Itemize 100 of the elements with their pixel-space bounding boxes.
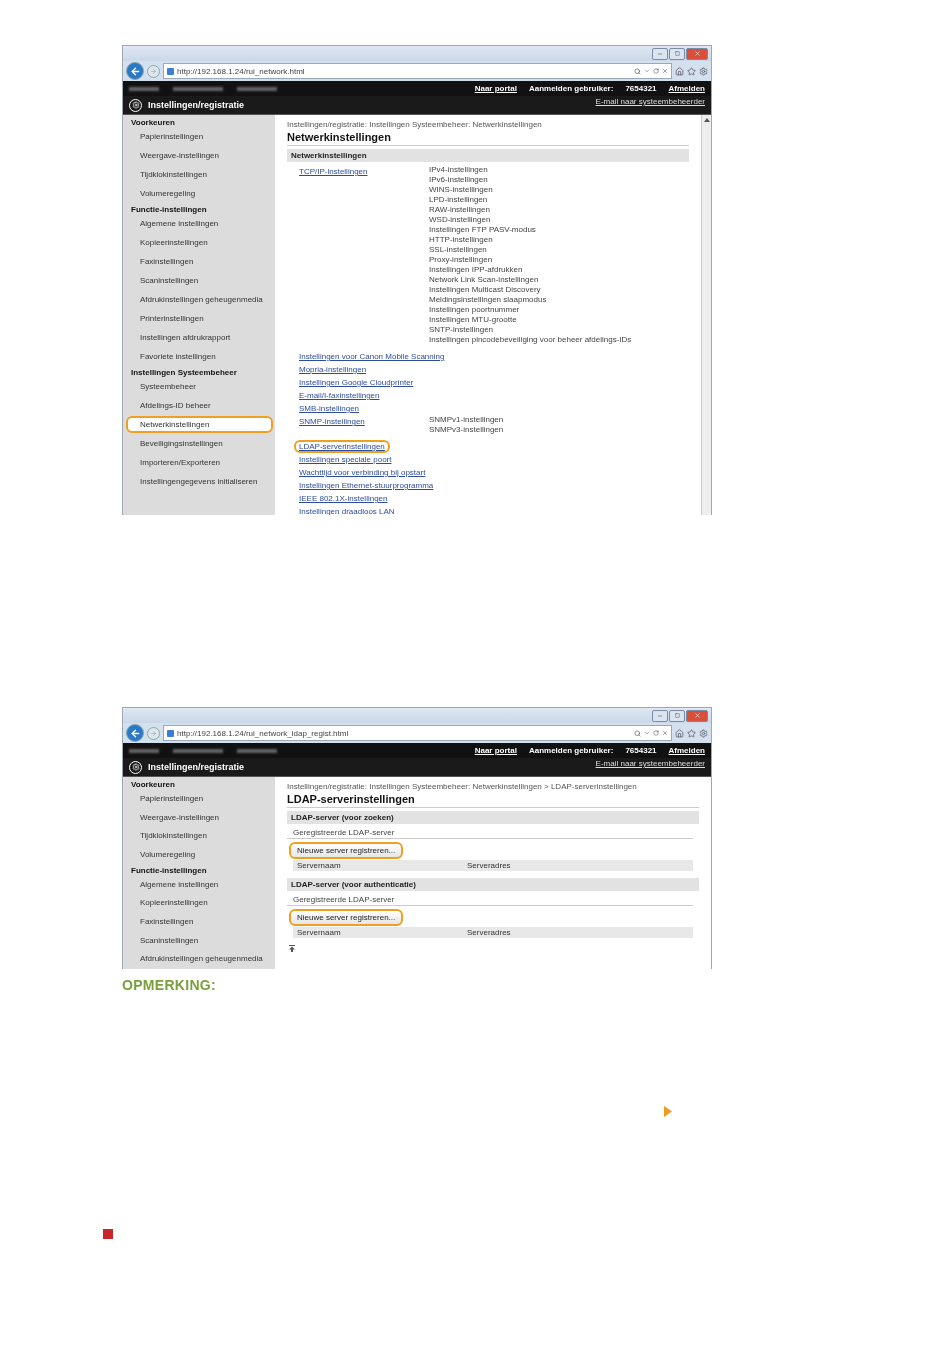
breadcrumb: Instellingen/registratie: Instellingen Systeembeheer: Netwerkinstellingen [287, 120, 543, 129]
sidebar-item[interactable]: Papierinstellingen [126, 128, 273, 145]
settings-link[interactable]: Instellingen Google Cloudprinter [294, 376, 419, 389]
maximize-icon[interactable] [674, 51, 680, 56]
sidebar-item[interactable]: Favoriete instellingen [126, 348, 273, 365]
sidebar-item[interactable]: Scaninstellingen [126, 931, 273, 949]
settings-link[interactable]: E-mail/I-faxinstellingen [294, 389, 385, 402]
settings-link[interactable]: SNMP-instellingen [294, 415, 370, 428]
app-title: Instellingen/registratie [148, 762, 245, 772]
dropdown-icon[interactable] [644, 68, 650, 74]
sidebar-item[interactable]: Scaninstellingen [126, 272, 273, 289]
subheading: Geregistreerde LDAP-server [287, 891, 693, 906]
sidebar-item[interactable]: Netwerkinstellingen [126, 416, 273, 433]
back-icon[interactable] [129, 65, 141, 77]
sidebar-item[interactable]: Algemene instellingen [126, 875, 273, 893]
settings-link[interactable]: Instellingen speciale poort [294, 453, 397, 466]
gear-logo-icon [129, 760, 142, 774]
star-icon[interactable] [687, 66, 696, 76]
header-link[interactable]: Afmelden [668, 84, 705, 93]
home-icon[interactable] [675, 728, 684, 738]
maximize-icon[interactable] [674, 713, 680, 718]
dropdown-icon[interactable] [644, 730, 650, 736]
stop-icon[interactable] [662, 730, 668, 736]
settings-link[interactable]: Wachttijd voor verbinding bij opstart [294, 466, 431, 479]
sidebar-item[interactable]: Faxinstellingen [126, 913, 273, 930]
top-icon[interactable] [289, 945, 295, 952]
settings-icon[interactable] [699, 66, 708, 76]
settings-link[interactable]: Mopria-instellingen [294, 363, 372, 376]
settings-link[interactable]: IEEE 802.1X-instellingen [294, 492, 393, 505]
settings-link[interactable]: TCP/IP-instellingen [294, 165, 373, 178]
sidebar-item[interactable]: Afdelings-ID beheer [126, 397, 273, 414]
sub-setting-text: SNMPv1-instellingen [429, 415, 505, 425]
minimize-icon[interactable] [657, 712, 663, 719]
home-icon[interactable] [675, 66, 684, 76]
column-header: Servernaam [297, 861, 342, 870]
sidebar-item[interactable]: Kopieerinstellingen [126, 894, 273, 912]
settings-icon[interactable] [699, 728, 708, 738]
settings-link[interactable]: Instellingen voor Canon Mobile Scanning [294, 350, 450, 363]
sidebar-item[interactable]: Printerinstellingen [126, 310, 273, 327]
header-link[interactable]: Naar portal [474, 746, 517, 755]
minimize-icon[interactable] [657, 50, 663, 57]
column-header: Serveradres [467, 928, 512, 937]
sub-setting-text: Proxy-instellingen [429, 255, 494, 265]
sub-setting-text: HTTP-instellingen [429, 235, 494, 245]
section-header: LDAP-server (voor zoeken) [287, 811, 699, 824]
sidebar-item[interactable]: Weergave-instellingen [126, 147, 273, 164]
address-field[interactable]: http://192.168.1.24/rui_network.html [163, 63, 672, 79]
sidebar-item[interactable]: Kopieerinstellingen [126, 234, 273, 251]
register-button[interactable]: Nieuwe server registreren... [289, 909, 404, 926]
mail-link[interactable]: E-mail naar systeembeheerder [595, 759, 705, 768]
sub-setting-text: IPv6-instellingen [429, 175, 489, 185]
close-icon[interactable] [693, 712, 701, 719]
sub-setting-text: LPD-instellingen [429, 195, 489, 205]
register-button[interactable]: Nieuwe server registreren... [289, 842, 404, 859]
sub-setting-text: WINS-instellingen [429, 185, 494, 195]
forward-icon[interactable] [150, 67, 157, 75]
sidebar-item[interactable]: Systeembeheer [126, 378, 273, 395]
header-link[interactable]: Afmelden [668, 746, 705, 755]
close-icon[interactable] [693, 50, 701, 57]
mail-link[interactable]: E-mail naar systeembeheerder [595, 97, 705, 106]
sidebar-item[interactable]: Beveiligingsinstellingen [126, 435, 273, 452]
triangle-icon [664, 1106, 672, 1117]
column-header: Servernaam [297, 928, 342, 937]
subheading: Geregistreerde LDAP-server [287, 824, 693, 839]
settings-link[interactable]: SMB-instellingen [294, 402, 365, 415]
sub-setting-text: Instellingen MTU-grootte [429, 315, 518, 325]
sidebar-item[interactable]: Afdrukinstellingen geheugenmedia [126, 291, 273, 308]
stop-icon[interactable] [662, 68, 668, 74]
settings-link[interactable]: Instellingen Ethernet-stuurprogramma [294, 479, 439, 492]
sub-setting-text: IPv4-instellingen [429, 165, 489, 175]
sidebar-item[interactable]: Tijdklokinstellingen [126, 827, 273, 844]
header-link[interactable]: Naar portal [474, 84, 517, 93]
sidebar-item[interactable]: Weergave-instellingen [126, 808, 273, 826]
app-title: Instellingen/registratie [148, 100, 245, 110]
sidebar-item[interactable]: Tijdklokinstellingen [126, 166, 273, 183]
sidebar-item[interactable]: Importeren/Exporteren [126, 454, 273, 471]
sidebar-item[interactable]: Afdrukinstellingen geheugenmedia [126, 950, 273, 968]
sidebar-item[interactable]: Faxinstellingen [126, 253, 273, 270]
sidebar-item[interactable]: Volumeregeling [126, 846, 273, 863]
settings-link[interactable]: LDAP-serverinstellingen [294, 440, 390, 453]
gear-logo-icon [129, 98, 142, 112]
scroll-up-icon[interactable] [703, 118, 710, 122]
sidebar-item[interactable]: Volumeregeling [126, 185, 273, 202]
sidebar-item[interactable]: Algemene instellingen [126, 215, 273, 232]
star-icon[interactable] [687, 728, 696, 738]
page-icon [167, 67, 174, 75]
refresh-icon[interactable] [653, 68, 659, 74]
sidebar-item[interactable]: Papierinstellingen [126, 790, 273, 807]
page-title: Netwerkinstellingen [287, 129, 689, 146]
search-icon[interactable] [634, 67, 641, 75]
sidebar-item[interactable]: Instellingengegevens initialiseren [126, 473, 273, 490]
header-label: Aanmelden gebruiker: [528, 746, 614, 755]
sub-setting-text: Meldingsinstellingen slaapmodus [429, 295, 548, 305]
refresh-icon[interactable] [653, 730, 659, 736]
settings-link[interactable]: Instellingen draadloos LAN [294, 505, 400, 515]
back-icon[interactable] [129, 727, 141, 739]
sidebar-item[interactable]: Instellingen afdrukrapport [126, 329, 273, 346]
search-icon[interactable] [634, 729, 641, 737]
address-field[interactable]: http://192.168.1.24/rui_network_ldap_regist.html [163, 725, 672, 741]
forward-icon[interactable] [150, 729, 157, 737]
